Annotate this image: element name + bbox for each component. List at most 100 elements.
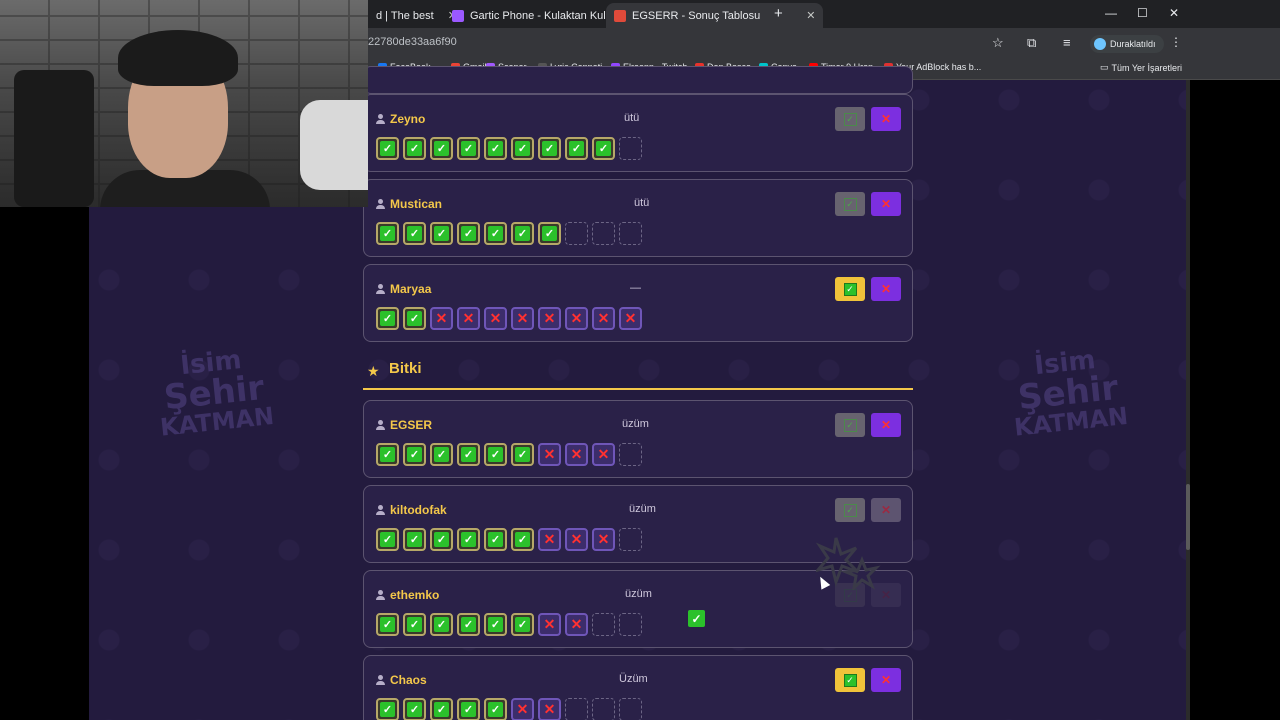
cross-mark-icon: ✕ [565,307,588,330]
approve-button[interactable]: ✓ [835,413,865,437]
check-mark-icon: ✓ [484,613,507,636]
player-name: EGSER [376,418,432,432]
check-glyph: ✓ [461,141,476,156]
reject-button[interactable]: ✕ [871,413,901,437]
scrollbar-track[interactable] [1186,80,1190,720]
approve-button[interactable]: ✓ [835,277,865,301]
player-name: Chaos [376,673,427,687]
check-mark-icon: ✓ [376,443,399,466]
player-name-text: kiltodofak [390,503,447,517]
check-glyph: ✓ [434,617,449,632]
cross-mark-icon: ✕ [592,528,615,551]
check-mark-icon: ✓ [430,528,453,551]
vote-history: ✓ ✓ ✓ ✓ ✓ ✓ ✕ ✕ [376,613,642,636]
reject-button[interactable]: ✕ [871,498,901,522]
empty-slot [565,222,588,245]
approve-button[interactable]: ✓ [835,107,865,131]
user-icon [376,675,385,685]
window-close-icon[interactable]: ✕ [1169,6,1179,20]
menu-kebab-icon[interactable]: ⋮ [1170,35,1182,49]
dragging-check-icon: ✓ [688,610,705,627]
vote-history: ✓ ✓ ✓ ✓ ✓ ✕ ✕ [376,698,642,720]
check-mark-icon: ✓ [430,613,453,636]
reject-button[interactable]: ✕ [871,668,901,692]
approve-button[interactable]: ✓ [835,192,865,216]
all-bookmarks[interactable]: ▭ Tüm Yer İşaretleri [1100,62,1182,73]
check-glyph: ✓ [380,617,395,632]
player-answer: ütü [634,197,650,209]
player-name: kiltodofak [376,503,447,517]
user-icon [376,505,385,515]
check-mark-icon: ✓ [403,137,426,160]
new-tab-button[interactable]: + [774,5,783,22]
check-mark-icon: ✓ [457,698,480,720]
user-icon [376,199,385,209]
close-icon[interactable]: ✕ [806,9,815,22]
bookmark-label: Tüm Yer İşaretleri [1111,62,1183,73]
player-name: Zeyno [376,112,425,126]
cross-mark-icon: ✕ [565,528,588,551]
cross-mark-icon: ✕ [430,307,453,330]
check-mark-icon: ✓ [457,443,480,466]
bookmark-star-icon[interactable]: ☆ [992,35,1004,51]
player-answer: — [630,282,641,294]
check-glyph: ✓ [515,617,530,632]
check-glyph: ✓ [434,226,449,241]
check-glyph: ✓ [461,702,476,717]
background-logo-right: İsim Şehir KATMAN [999,343,1137,442]
check-mark-icon: ✓ [430,443,453,466]
check-glyph: ✓ [380,532,395,547]
check-mark-icon: ✓ [376,528,399,551]
category-header: ★ Bitki [363,360,913,390]
player-card: Zeyno ütü ✓ ✓ ✓ ✓ ✓ ✓ ✓ ✓ ✓ ✓ ✕ [363,94,913,172]
player-answer: üzüm [629,503,656,515]
maximize-icon[interactable]: ☐ [1137,6,1148,20]
reject-button[interactable]: ✕ [871,107,901,131]
check-glyph: ✓ [407,311,422,326]
player-name: Mustican [376,197,442,211]
check-glyph: ✓ [380,447,395,462]
extensions-icon[interactable]: ⧉ [1027,35,1036,51]
vote-history: ✓ ✓ ✓ ✓ ✓ ✓ ✕ ✕ ✕ [376,443,642,466]
check-mark-icon: ✓ [511,528,534,551]
scrollbar-thumb[interactable] [1186,484,1190,550]
profile-button[interactable]: Duraklatıldı [1090,35,1164,53]
check-glyph: ✓ [407,617,422,632]
vote-history: ✓ ✓ ✓ ✓ ✓ ✓ ✕ ✕ ✕ [376,528,642,551]
url-text[interactable]: 22780de33aa6f90 [368,36,457,48]
cross-icon: ✕ [880,418,892,432]
results-list: ★ Bitki Zeyno ütü ✓ ✓ ✓ ✓ ✓ ✓ ✓ ✓ ✓ ✓ ✕ Mustican ütü ✓ ✓… [363,66,913,720]
player-name: ethemko [376,588,439,602]
check-mark-icon: ✓ [376,307,399,330]
check-glyph: ✓ [380,702,395,717]
player-name-text: ethemko [390,588,440,602]
approve-button[interactable]: ✓ [835,498,865,522]
check-glyph: ✓ [542,226,557,241]
check-mark-icon: ✓ [511,222,534,245]
cross-mark-icon: ✕ [592,307,615,330]
tab-sonuc-tablosu[interactable]: EGSERR - Sonuç Tablosu ✕ [606,3,824,28]
check-icon: ✓ [843,282,857,296]
reject-button[interactable]: ✕ [871,277,901,301]
check-mark-icon: ✓ [403,528,426,551]
check-mark-icon: ✓ [403,443,426,466]
webcam-overlay [0,0,368,207]
cross-mark-icon: ✕ [484,307,507,330]
reject-button[interactable]: ✕ [871,192,901,216]
approve-button[interactable]: ✓ [835,668,865,692]
empty-slot [619,613,642,636]
gartic-favicon-icon [452,9,464,22]
check-glyph: ✓ [461,447,476,462]
minimize-icon[interactable]: — [1105,6,1117,20]
check-icon: ✓ [843,588,857,602]
player-card: Maryaa — ✓ ✓ ✕ ✕ ✕ ✕ ✕ ✕ ✕ ✕ ✓ ✕ [363,264,913,342]
folder-icon: ▭ [1100,62,1109,72]
media-control-icon[interactable]: ≡ [1063,35,1071,50]
check-mark-icon: ✓ [376,613,399,636]
tab-label: EGSERR - Sonuç Tablosu [632,9,761,22]
background-logo-left: İsim Şehir KATMAN [145,343,283,442]
check-glyph: ✓ [407,702,422,717]
check-icon: ✓ [843,673,857,687]
tab-label: Gartic Phone - Kulaktan Kulağa [470,9,625,22]
player-answer: Üzüm [619,673,648,685]
